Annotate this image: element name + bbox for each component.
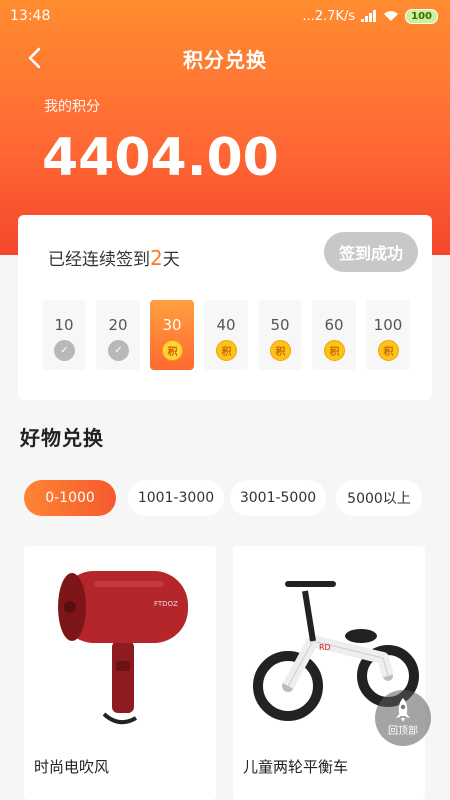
signin-steps: 10 ✓ 20 ✓ 30 积 40 积 50 积 60 积 100 积: [42, 300, 412, 370]
signal-icon: [361, 10, 377, 22]
nav-bar: 积分兑换: [0, 32, 450, 84]
signin-step: 100 积: [366, 300, 410, 370]
step-value: 100: [373, 316, 403, 334]
product-card[interactable]: RD 儿童两轮平衡车: [233, 546, 425, 800]
network-speed: ...2.7K/s: [302, 8, 356, 24]
signin-streak: 已经连续签到2天: [48, 245, 180, 270]
status-indicators: ...2.7K/s 100: [302, 8, 438, 24]
back-to-top-label: 回顶部: [388, 726, 418, 737]
section-title: 好物兑换: [20, 426, 104, 450]
battery-icon: 100: [405, 8, 438, 24]
hair-dryer-icon: FTDOZ: [58, 571, 188, 725]
tab-1001-3000[interactable]: 1001-3000: [128, 480, 224, 516]
status-bar: 13:48 ...2.7K/s 100: [0, 0, 450, 32]
coin-icon: 积: [270, 340, 291, 361]
coin-icon: 积: [324, 340, 345, 361]
signin-step: 40 积: [204, 300, 248, 370]
coin-icon: 积: [162, 340, 183, 361]
signin-step: 20 ✓: [96, 300, 140, 370]
signin-card: 已经连续签到2天 签到成功 10 ✓ 20 ✓ 30 积 40 积 50 积 6…: [18, 215, 432, 400]
step-value: 40: [216, 316, 236, 334]
product-name: 时尚电吹风: [34, 758, 110, 776]
signin-prefix: 已经连续签到: [48, 250, 150, 270]
coin-icon: 积: [216, 340, 237, 361]
back-arrow-icon[interactable]: [22, 44, 50, 72]
signin-step: 50 积: [258, 300, 302, 370]
product-card[interactable]: FTDOZ 时尚电吹风: [24, 546, 216, 800]
signin-days: 2: [150, 246, 163, 270]
points-value: 4404.00: [42, 128, 279, 188]
signin-step: 60 积: [312, 300, 356, 370]
status-time: 13:48: [10, 8, 51, 24]
page-title: 积分兑换: [183, 47, 267, 72]
tab-5000-plus[interactable]: 5000以上: [336, 480, 422, 516]
tab-3001-5000[interactable]: 3001-5000: [230, 480, 326, 516]
signin-button[interactable]: 签到成功: [324, 232, 418, 272]
coin-icon: 积: [378, 340, 399, 361]
svg-text:RD: RD: [319, 643, 331, 652]
step-value: 30: [162, 316, 182, 334]
signin-suffix: 天: [162, 250, 180, 270]
signin-step: 10 ✓: [42, 300, 86, 370]
signin-step-current: 30 积: [150, 300, 194, 370]
check-icon: ✓: [108, 340, 129, 361]
price-range-tabs: 0-1000 1001-3000 3001-5000 5000以上: [24, 480, 434, 516]
rocket-icon: [396, 698, 410, 722]
step-value: 50: [270, 316, 290, 334]
wifi-icon: [384, 11, 399, 21]
step-value: 60: [324, 316, 344, 334]
check-icon: ✓: [54, 340, 75, 361]
tab-0-1000[interactable]: 0-1000: [24, 480, 116, 516]
back-to-top-button[interactable]: 回顶部: [375, 690, 431, 746]
step-value: 20: [108, 316, 128, 334]
step-value: 10: [54, 316, 74, 334]
points-label: 我的积分: [44, 99, 100, 115]
svg-text:FTDOZ: FTDOZ: [154, 600, 178, 608]
product-name: 儿童两轮平衡车: [243, 758, 349, 776]
